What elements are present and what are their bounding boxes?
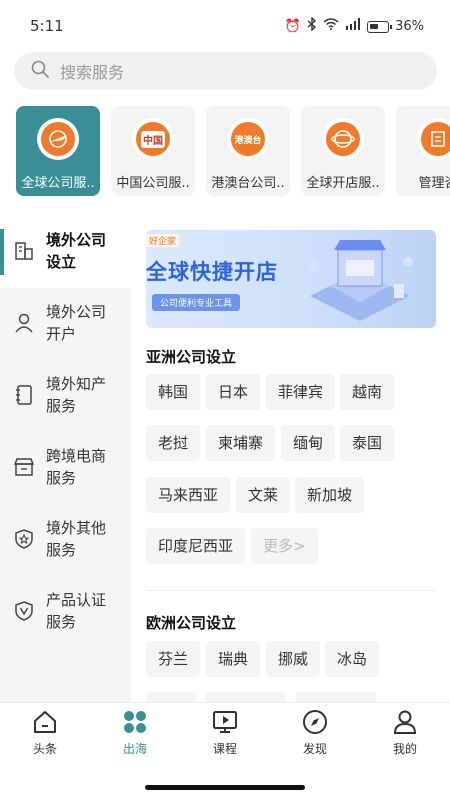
more-button[interactable]: 更多>	[251, 528, 318, 564]
sidebar-item-label: 跨境电商服务	[46, 447, 107, 487]
status-bar: 5:11 ⏰ 36%	[0, 0, 450, 50]
chip-brunei[interactable]: 文莱	[236, 477, 291, 513]
tab-label: 出海	[122, 742, 147, 756]
star-shield-icon	[13, 528, 35, 550]
chip-partial[interactable]	[296, 692, 376, 702]
banner-subtitle: 公司便利专业工具	[152, 294, 241, 311]
bluetooth-icon	[307, 16, 317, 36]
banner-title: 全球快捷开店	[146, 260, 278, 284]
chip-finland[interactable]: 芬兰	[146, 641, 201, 677]
sidebar-item-overseas-other[interactable]: 境外其他服务	[0, 504, 131, 576]
globe-store-icon	[322, 118, 364, 160]
user-icon	[13, 312, 35, 334]
chip-korea[interactable]: 韩国	[146, 374, 201, 410]
tab-headlines[interactable]: 头条	[10, 709, 80, 761]
category-label: 港澳台公司..	[211, 176, 285, 191]
section-title-europe: 欧洲公司设立	[146, 614, 237, 632]
chip-partial[interactable]	[206, 692, 286, 702]
category-label: 中国公司服..	[116, 176, 190, 191]
home-icon	[32, 709, 58, 735]
sidebar-item-cross-border-ecommerce[interactable]: 跨境电商服务	[0, 432, 131, 504]
china-badge-icon: 中国	[132, 118, 174, 160]
sidebar: 境外公司设立 境外公司开户 境外知产服务 跨境电商服务 境外其他服务 产品认证服…	[0, 216, 131, 702]
category-row[interactable]: 全球公司服.. 中国 中国公司服.. 港澳台 港澳台公司.. 全球开店服.. 管…	[16, 106, 450, 196]
main-content: 好企家 全球快捷开店 公司便利专业工具 亚洲公司设立 韩国 日本 菲律宾 越南 …	[146, 216, 436, 702]
hk-macao-tw-badge-icon: 港澳台	[227, 118, 269, 160]
sidebar-item-label: 产品认证服务	[46, 591, 107, 631]
sidebar-item-label: 境外公司设立	[46, 231, 107, 271]
chip-iceland[interactable]: 冰岛	[325, 641, 380, 677]
signal-icon	[345, 18, 361, 35]
section-divider	[146, 590, 436, 591]
chip-laos[interactable]: 老挝	[146, 425, 201, 461]
status-icons: ⏰ 36%	[284, 16, 424, 36]
tab-label: 头条	[32, 742, 57, 756]
chip-thailand[interactable]: 泰国	[340, 425, 395, 461]
chip-indonesia[interactable]: 印度尼西亚	[146, 528, 246, 564]
category-china-company[interactable]: 中国 中国公司服..	[111, 106, 195, 196]
sidebar-item-overseas-account[interactable]: 境外公司开户	[0, 288, 131, 360]
promo-banner[interactable]: 好企家 全球快捷开店 公司便利专业工具	[146, 230, 436, 328]
check-shield-icon	[13, 600, 35, 622]
sidebar-item-overseas-company-setup[interactable]: 境外公司设立	[0, 216, 131, 288]
chip-vietnam[interactable]: 越南	[340, 374, 395, 410]
chip-philippines[interactable]: 菲律宾	[266, 374, 336, 410]
sidebar-item-overseas-ip[interactable]: 境外知产服务	[0, 360, 131, 432]
tab-label: 课程	[212, 742, 237, 756]
video-course-icon	[212, 709, 238, 735]
sidebar-item-label: 境外公司开户	[46, 303, 107, 343]
tab-go-overseas[interactable]: 出海	[100, 709, 170, 761]
category-consulting[interactable]: 管理咨	[396, 106, 450, 196]
category-label: 管理咨	[418, 176, 450, 191]
globe-plane-icon	[37, 118, 79, 160]
tab-courses[interactable]: 课程	[190, 709, 260, 761]
building-icon	[13, 240, 35, 262]
chip-sweden[interactable]: 瑞典	[206, 641, 261, 677]
profile-icon	[392, 709, 418, 735]
category-label: 全球开店服..	[306, 176, 380, 191]
category-hk-macao-tw[interactable]: 港澳台 港澳台公司..	[206, 106, 290, 196]
chip-malaysia[interactable]: 马来西亚	[146, 477, 231, 513]
search-placeholder: 搜索服务	[60, 63, 125, 82]
wifi-icon	[323, 18, 339, 35]
bottom-tab-bar: 头条 出海 课程 发现 我的	[0, 702, 450, 764]
consulting-icon	[417, 118, 450, 160]
store-icon	[13, 456, 35, 478]
category-label: 全球公司服..	[21, 176, 95, 191]
tab-profile[interactable]: 我的	[370, 709, 440, 761]
chip-japan[interactable]: 日本	[206, 374, 261, 410]
chip-singapore[interactable]: 新加坡	[295, 477, 365, 513]
compass-icon	[302, 709, 328, 735]
sidebar-item-label: 境外知产服务	[46, 375, 107, 415]
tab-label: 我的	[392, 742, 417, 756]
sidebar-item-product-certification[interactable]: 产品认证服务	[0, 576, 131, 648]
banner-tag: 好企家	[146, 234, 180, 247]
home-indicator[interactable]	[145, 785, 305, 790]
chip-myanmar[interactable]: 缅甸	[281, 425, 336, 461]
status-time: 5:11	[30, 17, 64, 35]
alarm-icon: ⏰	[284, 18, 302, 34]
sidebar-item-label: 境外其他服务	[46, 519, 107, 559]
notebook-icon	[13, 384, 35, 406]
chip-norway[interactable]: 挪威	[266, 641, 321, 677]
section-title-asia: 亚洲公司设立	[146, 348, 237, 366]
tab-discover[interactable]: 发现	[280, 709, 350, 761]
chip-partial[interactable]	[146, 692, 196, 702]
battery-level: 36%	[395, 19, 424, 34]
chip-cambodia[interactable]: 柬埔寨	[206, 425, 276, 461]
search-bar[interactable]: 搜索服务	[14, 52, 437, 90]
store-illustration-icon	[308, 240, 413, 321]
tab-label: 发现	[302, 742, 327, 756]
grid-clover-icon	[122, 709, 148, 735]
search-icon	[30, 59, 50, 83]
active-indicator	[0, 229, 4, 275]
category-global-company[interactable]: 全球公司服..	[16, 106, 100, 196]
battery-icon	[367, 20, 393, 33]
category-global-store[interactable]: 全球开店服..	[301, 106, 385, 196]
